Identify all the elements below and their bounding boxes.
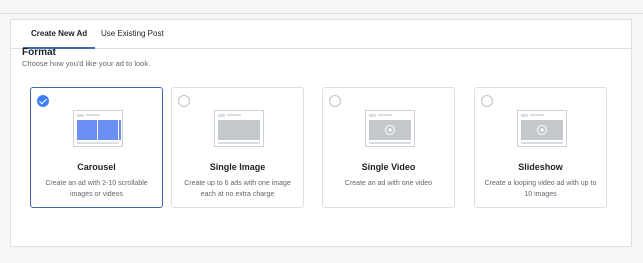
single-image-preview-icon: [214, 110, 264, 147]
format-subtitle: Choose how you'd like your ad to look.: [22, 59, 151, 68]
tab-bar: Create New Ad Use Existing Post: [11, 20, 631, 49]
card-description: Create an ad with one video: [344, 180, 433, 187]
play-icon: [385, 125, 395, 135]
play-icon: [537, 125, 547, 135]
format-card-slideshow[interactable]: Slideshow Create a looping video ad with…: [474, 87, 607, 208]
carousel-preview-icon: [73, 110, 123, 147]
format-card-carousel[interactable]: Carousel Create an ad with 2-10 scrollab…: [30, 87, 163, 208]
card-title: Single Video: [361, 162, 416, 172]
card-title: Slideshow: [518, 162, 563, 172]
card-title: Single Image: [209, 162, 266, 172]
card-description: Create up to 6 ads with one image each a…: [184, 180, 291, 198]
top-divider: [0, 13, 643, 14]
check-icon[interactable]: [37, 95, 49, 107]
format-card-single-video[interactable]: Single Video Create an ad with one video: [322, 87, 455, 208]
card-title: Carousel: [77, 162, 116, 172]
slideshow-preview-icon: [517, 110, 567, 147]
tab-use-existing-post[interactable]: Use Existing Post: [93, 20, 172, 48]
radio-icon[interactable]: [178, 95, 190, 107]
radio-icon[interactable]: [329, 95, 341, 107]
format-card-single-image[interactable]: Single Image Create up to 6 ads with one…: [171, 87, 304, 208]
card-description: Create an ad with 2-10 scrollable images…: [45, 180, 148, 198]
single-video-preview-icon: [365, 110, 415, 147]
card-description: Create a looping video ad with up to 10 …: [484, 180, 597, 198]
format-heading: Format: [22, 47, 56, 58]
radio-icon[interactable]: [481, 95, 493, 107]
tab-create-new-ad[interactable]: Create New Ad: [23, 20, 96, 49]
